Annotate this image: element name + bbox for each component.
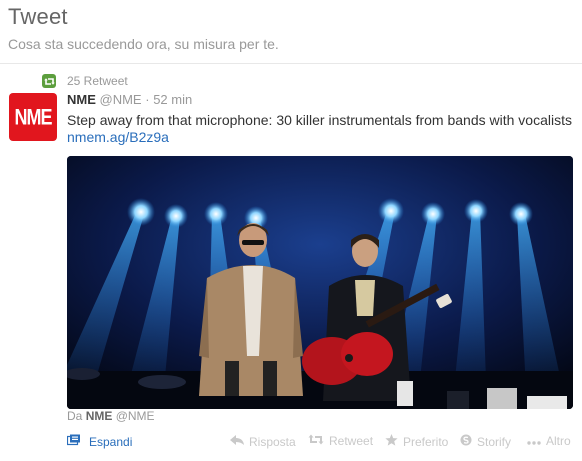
credit-handle[interactable]: @NME bbox=[116, 409, 155, 423]
storify-label: Storify bbox=[477, 434, 512, 449]
reply-icon bbox=[230, 434, 244, 449]
timestamp[interactable]: 52 min bbox=[153, 92, 192, 107]
retweet-icon bbox=[42, 74, 56, 88]
expand-icon bbox=[66, 434, 81, 449]
concert-photo bbox=[67, 156, 573, 409]
more-icon bbox=[527, 434, 541, 448]
favorite-button[interactable]: Preferito bbox=[385, 434, 448, 449]
retweet-button[interactable]: Retweet bbox=[308, 434, 373, 448]
star-icon bbox=[385, 434, 398, 449]
expand-label: Espandi bbox=[89, 434, 133, 449]
storify-button[interactable]: Storify bbox=[460, 434, 511, 449]
retweet-action-icon bbox=[308, 434, 324, 448]
tweet-text: Step away from that microphone: 30 kille… bbox=[67, 112, 572, 128]
media-credit: Da NME @NME bbox=[67, 409, 155, 423]
avatar[interactable]: NME bbox=[9, 93, 57, 141]
page-header: Tweet Cosa sta succedendo ora, su misura… bbox=[0, 0, 582, 64]
favorite-label: Preferito bbox=[403, 434, 449, 449]
reply-button[interactable]: Risposta bbox=[230, 434, 296, 449]
retweet-label: Retweet bbox=[329, 434, 374, 448]
user-handle[interactable]: @NME bbox=[100, 92, 142, 107]
reply-label: Risposta bbox=[249, 434, 296, 449]
separator: · bbox=[145, 92, 150, 107]
expand-button[interactable]: Espandi bbox=[66, 434, 133, 449]
more-label: Altro bbox=[546, 434, 571, 448]
retweet-count[interactable]: 25 Retweet bbox=[67, 74, 128, 88]
storify-icon bbox=[460, 434, 472, 449]
nme-logo: NME bbox=[14, 103, 53, 129]
credit-name[interactable]: NME bbox=[86, 409, 113, 423]
credit-prefix: Da bbox=[67, 409, 83, 423]
page-subtitle: Cosa sta succedendo ora, su misura per t… bbox=[8, 36, 279, 52]
display-name[interactable]: NME bbox=[67, 92, 96, 107]
tweet-media[interactable] bbox=[67, 156, 573, 409]
tweet-actions: Espandi Risposta Retweet Preferito Stori… bbox=[0, 434, 582, 452]
tweet-header: NME @NME · 52 min bbox=[67, 92, 192, 107]
retweet-context: 25 Retweet bbox=[42, 73, 128, 89]
tweet-link[interactable]: nmem.ag/B2z9a bbox=[67, 129, 169, 145]
more-button[interactable]: Altro bbox=[527, 434, 571, 448]
page-title: Tweet bbox=[8, 4, 68, 29]
